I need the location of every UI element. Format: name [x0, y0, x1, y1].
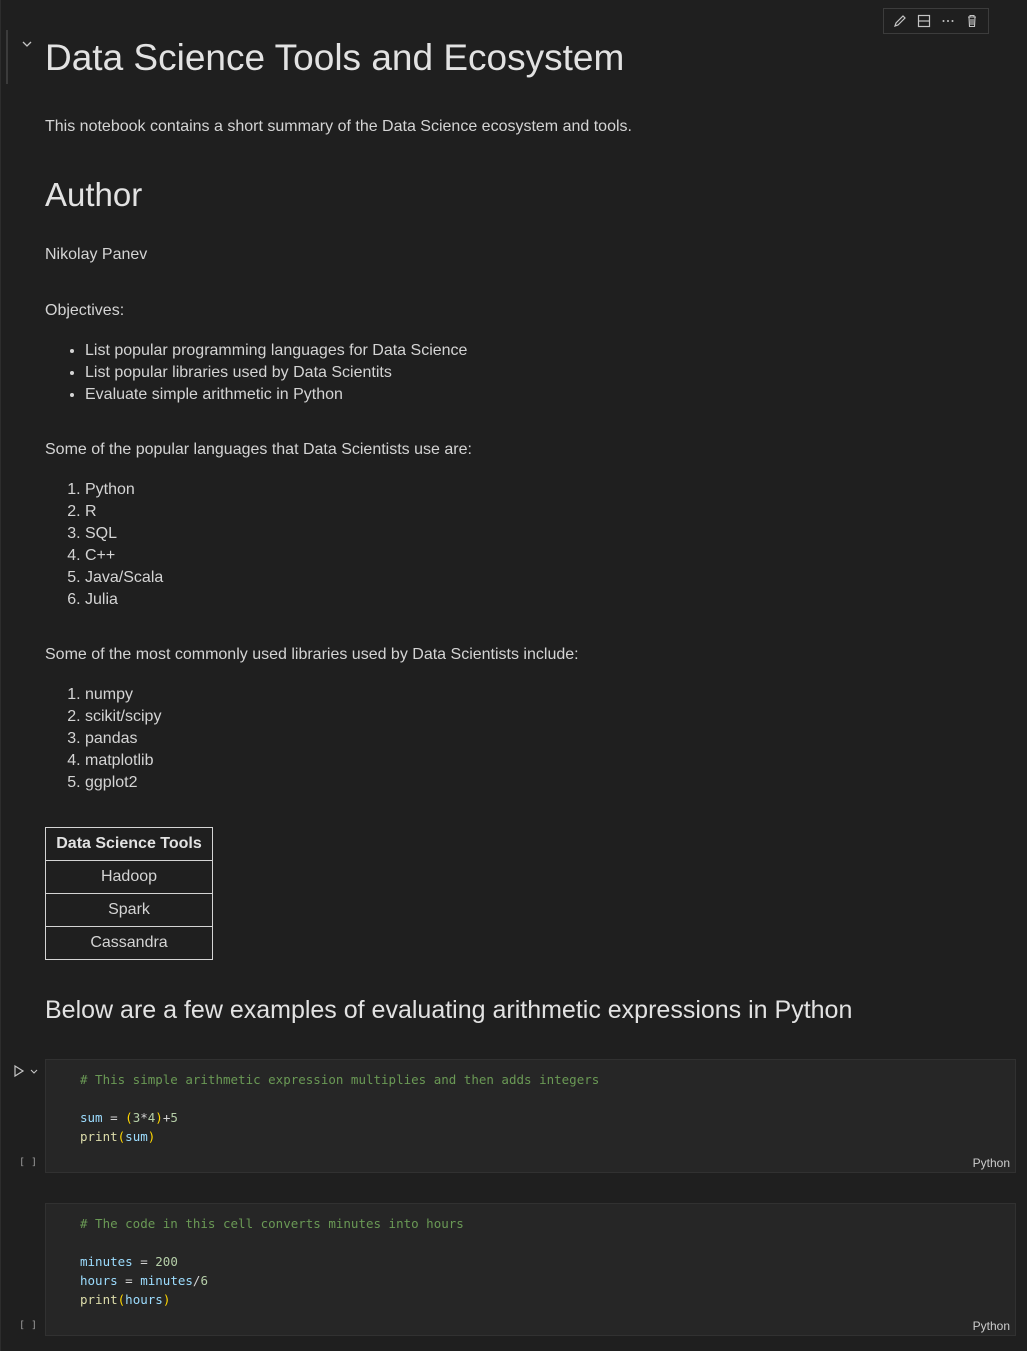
code-token: 6	[200, 1273, 208, 1288]
examples-heading: Below are a few examples of evaluating a…	[45, 996, 853, 1024]
objectives-label: Objectives:	[45, 302, 125, 319]
trash-icon[interactable]	[962, 11, 982, 31]
list-item: pandas	[85, 728, 161, 750]
code-token: hours	[125, 1292, 163, 1307]
list-item: numpy	[85, 684, 161, 706]
execution-count: [ ]	[19, 1320, 38, 1331]
chevron-down-icon[interactable]	[28, 1065, 40, 1077]
code-token: sum	[80, 1110, 103, 1125]
editor-left-border	[0, 0, 1, 1351]
code-token: hours	[80, 1273, 118, 1288]
chevron-down-icon[interactable]	[19, 36, 35, 52]
list-item: C++	[85, 545, 163, 567]
list-item: Python	[85, 479, 163, 501]
cell-language-label[interactable]: Python	[973, 1156, 1010, 1170]
list-item: R	[85, 501, 163, 523]
table-cell: Spark	[45, 893, 213, 927]
code-token: minutes	[140, 1273, 193, 1288]
code-token: 3	[132, 1110, 141, 1125]
author-heading: Author	[45, 176, 143, 213]
run-cell-controls	[12, 1062, 46, 1080]
list-item: Evaluate simple arithmetic in Python	[85, 384, 467, 406]
list-item: List popular libraries used by Data Scie…	[85, 362, 467, 384]
table-cell: Hadoop	[45, 860, 213, 894]
list-item: SQL	[85, 523, 163, 545]
author-name: Nikolay Panev	[45, 246, 148, 263]
code-token: 200	[155, 1254, 178, 1269]
list-item: Julia	[85, 589, 163, 611]
tools-table: Data Science Tools Hadoop Spark Cassandr…	[45, 827, 213, 960]
code-cell-2[interactable]: # The code in this cell converts minutes…	[45, 1203, 1016, 1336]
execution-count: [ ]	[19, 1157, 38, 1168]
objectives-list: List popular programming languages for D…	[45, 340, 467, 406]
list-item: ggplot2	[85, 772, 161, 794]
notebook-title: Data Science Tools and Ecosystem	[45, 37, 625, 78]
pencil-icon[interactable]	[890, 11, 910, 31]
list-item: List popular programming languages for D…	[85, 340, 467, 362]
cell-language-label[interactable]: Python	[973, 1319, 1010, 1333]
code-token: minutes	[80, 1254, 133, 1269]
intro-paragraph: This notebook contains a short summary o…	[45, 118, 632, 135]
run-icon[interactable]	[12, 1064, 26, 1078]
table-cell: Cassandra	[45, 926, 213, 960]
code-comment: # This simple arithmetic expression mult…	[80, 1072, 600, 1087]
languages-list: Python R SQL C++ Java/Scala Julia	[45, 479, 163, 611]
table-row: Spark	[45, 893, 213, 927]
code-token: 5	[170, 1110, 178, 1125]
languages-intro: Some of the popular languages that Data …	[45, 441, 472, 458]
code-token: print	[80, 1292, 118, 1307]
table-row: Cassandra	[45, 926, 213, 960]
list-item: matplotlib	[85, 750, 161, 772]
code-comment: # The code in this cell converts minutes…	[80, 1216, 464, 1231]
libraries-intro: Some of the most commonly used libraries…	[45, 646, 579, 663]
list-item: Java/Scala	[85, 567, 163, 589]
focused-cell-indicator	[6, 30, 8, 84]
code-cell-1[interactable]: # This simple arithmetic expression mult…	[45, 1059, 1016, 1173]
code-token: sum	[125, 1129, 148, 1144]
code-token: print	[80, 1129, 118, 1144]
libraries-list: numpy scikit/scipy pandas matplotlib ggp…	[45, 684, 161, 794]
table-header: Data Science Tools	[45, 827, 213, 861]
table-row: Hadoop	[45, 860, 213, 894]
split-cell-icon[interactable]	[914, 11, 934, 31]
code-editor[interactable]: # The code in this cell converts minutes…	[80, 1214, 464, 1309]
cell-toolbar	[883, 8, 989, 34]
table-header-row: Data Science Tools	[45, 827, 213, 861]
code-editor[interactable]: # This simple arithmetic expression mult…	[80, 1070, 599, 1146]
more-icon[interactable]	[938, 11, 958, 31]
list-item: scikit/scipy	[85, 706, 161, 728]
